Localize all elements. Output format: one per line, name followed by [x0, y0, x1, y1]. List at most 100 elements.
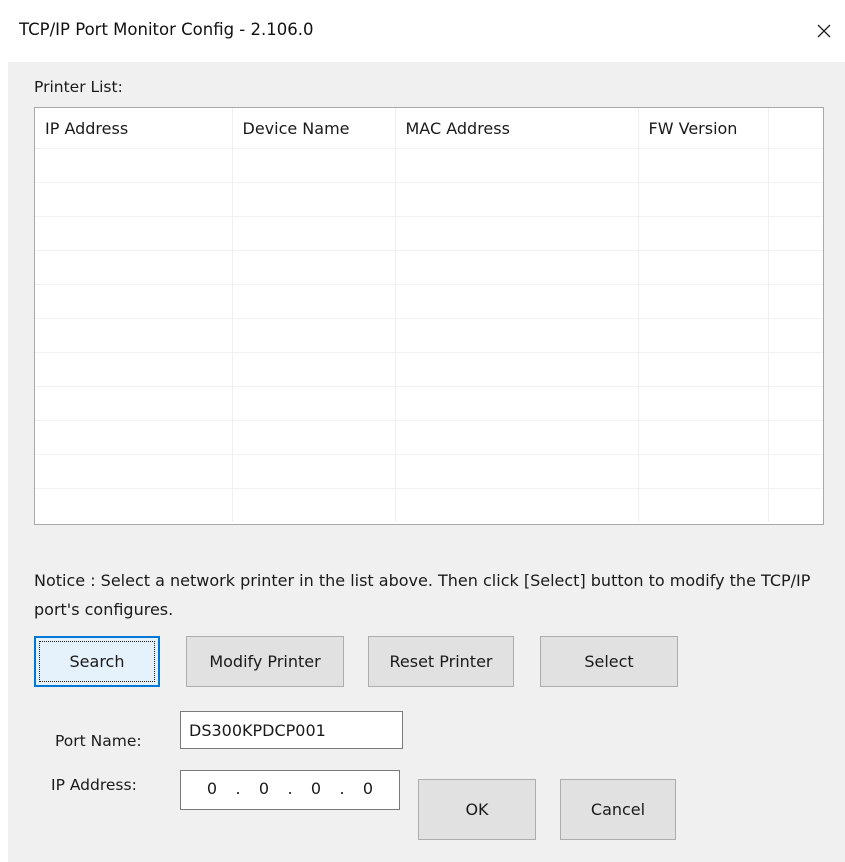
printer-list-cell	[232, 250, 396, 285]
ok-button-label: OK	[465, 800, 489, 819]
printer-list-cell	[35, 488, 233, 522]
modify-printer-button-label: Modify Printer	[209, 652, 321, 671]
printer-list[interactable]: IP Address Device Name MAC Address FW Ve…	[34, 107, 824, 525]
search-button-label: Search	[69, 652, 125, 671]
printer-list-cell	[768, 284, 823, 319]
printer-list-cell	[395, 148, 639, 183]
ok-button[interactable]: OK	[418, 779, 536, 840]
printer-list-cell	[638, 420, 769, 455]
reset-printer-button[interactable]: Reset Printer	[368, 636, 514, 687]
ip-address-label: IP Address:	[51, 776, 137, 794]
printer-list-empty-row[interactable]	[35, 148, 823, 183]
printer-list-cell	[35, 386, 233, 421]
printer-list-cell	[395, 488, 639, 522]
printer-list-table: IP Address Device Name MAC Address FW Ve…	[35, 108, 823, 522]
printer-list-empty-row[interactable]	[35, 284, 823, 319]
printer-list-body	[35, 148, 823, 522]
printer-list-cell	[768, 182, 823, 217]
printer-list-cell	[395, 420, 639, 455]
printer-list-cell	[768, 250, 823, 285]
printer-list-cell	[395, 182, 639, 217]
printer-list-cell	[638, 454, 769, 489]
printer-list-cell	[638, 216, 769, 251]
printer-list-cell	[395, 454, 639, 489]
port-monitor-config-dialog: TCP/IP Port Monitor Config - 2.106.0 Pri…	[0, 0, 845, 862]
printer-list-cell	[395, 284, 639, 319]
ip-octet-2[interactable]: 0	[249, 779, 279, 798]
printer-list-cell	[232, 488, 396, 522]
column-header-filler	[768, 108, 823, 149]
printer-list-empty-row[interactable]	[35, 420, 823, 455]
printer-list-cell	[395, 318, 639, 353]
reset-printer-button-label: Reset Printer	[389, 652, 493, 671]
printer-list-cell	[768, 420, 823, 455]
printer-list-cell	[35, 454, 233, 489]
port-name-label: Port Name:	[55, 732, 142, 750]
printer-list-empty-row[interactable]	[35, 352, 823, 387]
close-button[interactable]	[809, 16, 839, 46]
printer-list-cell	[232, 352, 396, 387]
printer-list-cell	[395, 250, 639, 285]
printer-list-cell	[638, 182, 769, 217]
printer-list-cell	[638, 352, 769, 387]
printer-list-cell	[395, 216, 639, 251]
close-icon	[817, 24, 831, 38]
ip-separator-3: .	[339, 779, 345, 798]
printer-list-cell	[638, 488, 769, 522]
printer-list-empty-row[interactable]	[35, 182, 823, 217]
printer-list-label: Printer List:	[34, 78, 123, 96]
printer-list-cell	[35, 182, 233, 217]
cancel-button-label: Cancel	[590, 800, 646, 819]
printer-list-cell	[232, 216, 396, 251]
printer-list-cell	[638, 386, 769, 421]
cancel-button[interactable]: Cancel	[560, 779, 676, 840]
printer-list-header: IP Address Device Name MAC Address FW Ve…	[35, 108, 823, 149]
column-header-mac-address[interactable]: MAC Address	[395, 108, 639, 149]
title-bar[interactable]: TCP/IP Port Monitor Config - 2.106.0	[0, 0, 845, 62]
printer-list-cell	[35, 318, 233, 353]
printer-list-cell	[232, 182, 396, 217]
printer-list-cell	[768, 216, 823, 251]
window-title: TCP/IP Port Monitor Config - 2.106.0	[19, 20, 314, 39]
notice-text: Notice : Select a network printer in the…	[34, 571, 811, 619]
ip-separator-1: .	[235, 779, 241, 798]
printer-list-cell	[768, 352, 823, 387]
ip-octet-1[interactable]: 0	[197, 779, 227, 798]
printer-list-empty-row[interactable]	[35, 454, 823, 489]
ip-octet-3[interactable]: 0	[301, 779, 331, 798]
printer-list-cell	[35, 148, 233, 183]
printer-list-cell	[768, 386, 823, 421]
printer-list-empty-row[interactable]	[35, 488, 823, 522]
printer-list-cell	[35, 420, 233, 455]
printer-list-cell	[768, 318, 823, 353]
printer-list-cell	[232, 318, 396, 353]
column-header-fw-version[interactable]: FW Version	[638, 108, 769, 149]
printer-list-cell	[35, 352, 233, 387]
ip-separator-2: .	[287, 779, 293, 798]
port-name-input[interactable]	[180, 711, 403, 749]
printer-list-empty-row[interactable]	[35, 250, 823, 285]
printer-list-cell	[395, 386, 639, 421]
modify-printer-button[interactable]: Modify Printer	[186, 636, 344, 687]
column-header-device-name[interactable]: Device Name	[232, 108, 396, 149]
printer-list-cell	[638, 148, 769, 183]
printer-list-cell	[35, 284, 233, 319]
printer-list-cell	[232, 284, 396, 319]
printer-list-cell	[638, 284, 769, 319]
printer-list-empty-row[interactable]	[35, 386, 823, 421]
printer-list-empty-row[interactable]	[35, 318, 823, 353]
column-header-ip-address[interactable]: IP Address	[35, 108, 233, 149]
search-button[interactable]: Search	[34, 636, 160, 687]
printer-list-cell	[638, 250, 769, 285]
printer-list-cell	[768, 454, 823, 489]
select-button-label: Select	[584, 652, 634, 671]
select-button[interactable]: Select	[540, 636, 678, 687]
printer-list-empty-row[interactable]	[35, 216, 823, 251]
printer-list-cell	[232, 148, 396, 183]
ip-octet-4[interactable]: 0	[353, 779, 383, 798]
ip-address-field[interactable]: 0 . 0 . 0 . 0	[180, 770, 400, 810]
printer-list-cell	[638, 318, 769, 353]
printer-list-cell	[232, 420, 396, 455]
printer-list-cell	[768, 148, 823, 183]
printer-list-cell	[232, 454, 396, 489]
